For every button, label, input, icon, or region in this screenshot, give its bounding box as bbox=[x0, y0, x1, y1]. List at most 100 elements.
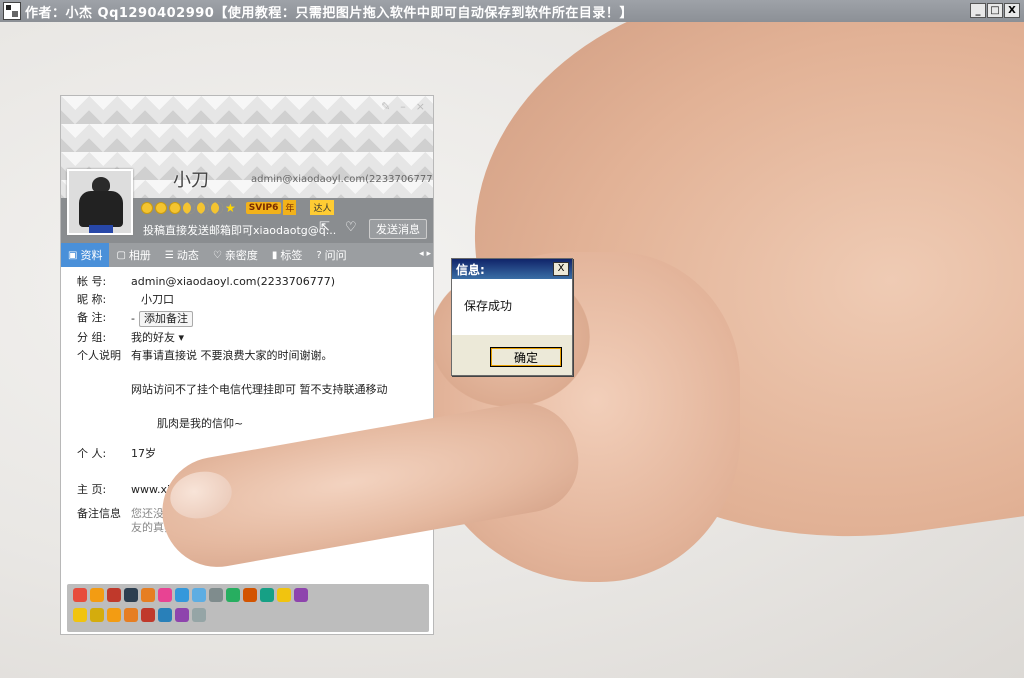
remark-info-label: 备注信息 bbox=[77, 507, 121, 520]
service-icon[interactable] bbox=[260, 588, 274, 602]
moon-icon bbox=[197, 201, 209, 214]
id-card-icon: ▣ bbox=[68, 249, 78, 261]
tab-label: 标签 bbox=[280, 249, 303, 262]
header-icons: ✎ – × bbox=[381, 100, 425, 113]
service-icon[interactable] bbox=[158, 608, 172, 622]
service-icon[interactable] bbox=[141, 588, 155, 602]
service-icon[interactable] bbox=[243, 588, 257, 602]
profile-header: ✎ – × 小刀 admin@xiaodaoyl.com(2233706777)… bbox=[61, 96, 433, 243]
avatar-legs-shape bbox=[89, 225, 113, 233]
homepage-label: 主 页: bbox=[77, 483, 107, 496]
tab-feed[interactable]: ☰ 动态 bbox=[158, 243, 206, 267]
profile-nickname: 小刀 bbox=[173, 170, 209, 191]
service-icon[interactable] bbox=[192, 588, 206, 602]
service-icon[interactable] bbox=[107, 588, 121, 602]
close-button[interactable]: X bbox=[1004, 3, 1020, 18]
tab-scroll-arrows[interactable]: ◂ ▸ bbox=[419, 249, 431, 259]
minimize-icon[interactable]: – bbox=[400, 100, 406, 113]
minimize-button[interactable]: _ bbox=[970, 3, 986, 18]
service-icon[interactable] bbox=[294, 588, 308, 602]
account-value: admin@xiaodaoyl.com(2233706777) bbox=[131, 275, 336, 288]
service-icon[interactable] bbox=[73, 608, 87, 622]
dialog-ok-button[interactable]: 确定 bbox=[490, 347, 562, 367]
moon-icon bbox=[211, 201, 223, 214]
svip-badge[interactable]: SVIP6 bbox=[245, 201, 282, 214]
tab-label: 问问 bbox=[324, 249, 347, 262]
description-row: 个人说明 有事请直接说 不要浪费大家的时间谢谢。 bbox=[77, 349, 433, 363]
account-row: 帐 号: admin@xiaodaoyl.com(2233706777) bbox=[77, 275, 433, 289]
service-icon[interactable] bbox=[158, 588, 172, 602]
tab-label: 资料 bbox=[80, 249, 103, 262]
remark-value: - bbox=[131, 312, 135, 325]
smiley-icon bbox=[169, 201, 181, 214]
app-icon bbox=[3, 2, 21, 20]
share-icon[interactable]: ⇱ bbox=[319, 220, 330, 235]
smiley-icon bbox=[141, 201, 153, 214]
service-icon[interactable] bbox=[90, 588, 104, 602]
service-icon[interactable] bbox=[73, 588, 87, 602]
nickname-value: 小刀口 bbox=[141, 293, 174, 306]
moon-icon bbox=[183, 201, 195, 214]
tab-info[interactable]: ▣ 资料 bbox=[61, 243, 110, 267]
personal-label: 个 人: bbox=[77, 447, 107, 460]
avatar-body-shape bbox=[79, 191, 123, 227]
service-icon[interactable] bbox=[226, 588, 240, 602]
account-label: 帐 号: bbox=[77, 275, 107, 288]
window-titlebar: 作者：小杰 Qq1290402990【使用教程：只需把图片拖入软件中即可自动保存… bbox=[0, 0, 1024, 22]
service-icon[interactable] bbox=[141, 608, 155, 622]
remark-value-group: - 添加备注 bbox=[131, 311, 433, 327]
tab-label: 动态 bbox=[176, 249, 199, 262]
dialog-close-button[interactable]: X bbox=[553, 262, 569, 276]
service-icon[interactable] bbox=[192, 608, 206, 622]
service-icon[interactable] bbox=[175, 608, 189, 622]
service-icon-row-1 bbox=[73, 588, 423, 602]
signature-text: 投稿直接发送邮箱即可xiaodaotg@q... bbox=[143, 224, 337, 237]
badge-row: ★ SVIP6 年 达人 bbox=[141, 200, 335, 215]
year-badge: 年 bbox=[283, 200, 297, 215]
window-title: 作者：小杰 Qq1290402990【使用教程：只需把图片拖入软件中即可自动保存… bbox=[25, 5, 633, 21]
service-icon[interactable] bbox=[277, 588, 291, 602]
description-label: 个人说明 bbox=[77, 349, 121, 362]
window-controls: _ □ X bbox=[970, 3, 1020, 18]
info-dialog: 信息: X 保存成功 确定 bbox=[451, 258, 573, 376]
service-icon[interactable] bbox=[107, 608, 121, 622]
group-row: 分 组: 我的好友 ▾ bbox=[77, 331, 433, 345]
tab-label: 亲密度 bbox=[224, 249, 258, 262]
star-icon: ★ bbox=[225, 200, 236, 215]
service-icon[interactable] bbox=[124, 588, 138, 602]
close-icon[interactable]: × bbox=[416, 100, 425, 113]
tag-icon: ▮ bbox=[271, 249, 278, 261]
nickname-label: 昵 称: bbox=[77, 293, 107, 306]
avatar[interactable] bbox=[67, 169, 133, 235]
description-line-1: 有事请直接说 不要浪费大家的时间谢谢。 bbox=[131, 349, 333, 362]
service-icon[interactable] bbox=[209, 588, 223, 602]
add-remark-button[interactable]: 添加备注 bbox=[138, 311, 193, 327]
add-friend-icon[interactable]: ♡ bbox=[345, 220, 357, 235]
tab-intimacy[interactable]: ♡ 亲密度 bbox=[206, 243, 265, 267]
photo-icon: ▢ bbox=[116, 249, 126, 261]
service-icon[interactable] bbox=[175, 588, 189, 602]
description-line-2: 网站访问不了挂个电信代理挂即可 暂不支持联通移动 bbox=[131, 383, 388, 396]
send-message-button[interactable]: 发送消息 bbox=[369, 219, 427, 239]
profile-tabs: ▣ 资料 ▢ 相册 ☰ 动态 ♡ 亲密度 ▮ 标签 ? 问问 ◂ ▸ bbox=[61, 243, 433, 267]
tab-label: 相册 bbox=[128, 249, 151, 262]
daren-badge[interactable]: 达人 bbox=[310, 200, 335, 215]
smiley-icon bbox=[155, 201, 167, 214]
maximize-button[interactable]: □ bbox=[987, 3, 1003, 18]
heart-icon: ♡ bbox=[212, 249, 222, 261]
header-account: admin@xiaodaoyl.com(2233706777) bbox=[251, 174, 434, 185]
group-label: 分 组: bbox=[77, 331, 107, 344]
tab-album[interactable]: ▢ 相册 bbox=[109, 243, 157, 267]
group-select[interactable]: 我的好友 ▾ bbox=[131, 331, 433, 345]
feed-icon: ☰ bbox=[164, 249, 174, 261]
remark-info-line-1: 您还没 bbox=[131, 507, 164, 520]
remark-row: 备 注: - 添加备注 bbox=[77, 311, 433, 327]
tab-tags[interactable]: ▮ 标签 bbox=[265, 243, 310, 267]
service-icon[interactable] bbox=[124, 608, 138, 622]
dialog-message: 保存成功 bbox=[452, 279, 572, 335]
service-icons-bar bbox=[67, 584, 429, 632]
service-icon[interactable] bbox=[90, 608, 104, 622]
pin-icon[interactable]: ✎ bbox=[381, 100, 390, 113]
tab-questions[interactable]: ? 问问 bbox=[309, 243, 353, 267]
question-icon: ? bbox=[316, 249, 322, 261]
